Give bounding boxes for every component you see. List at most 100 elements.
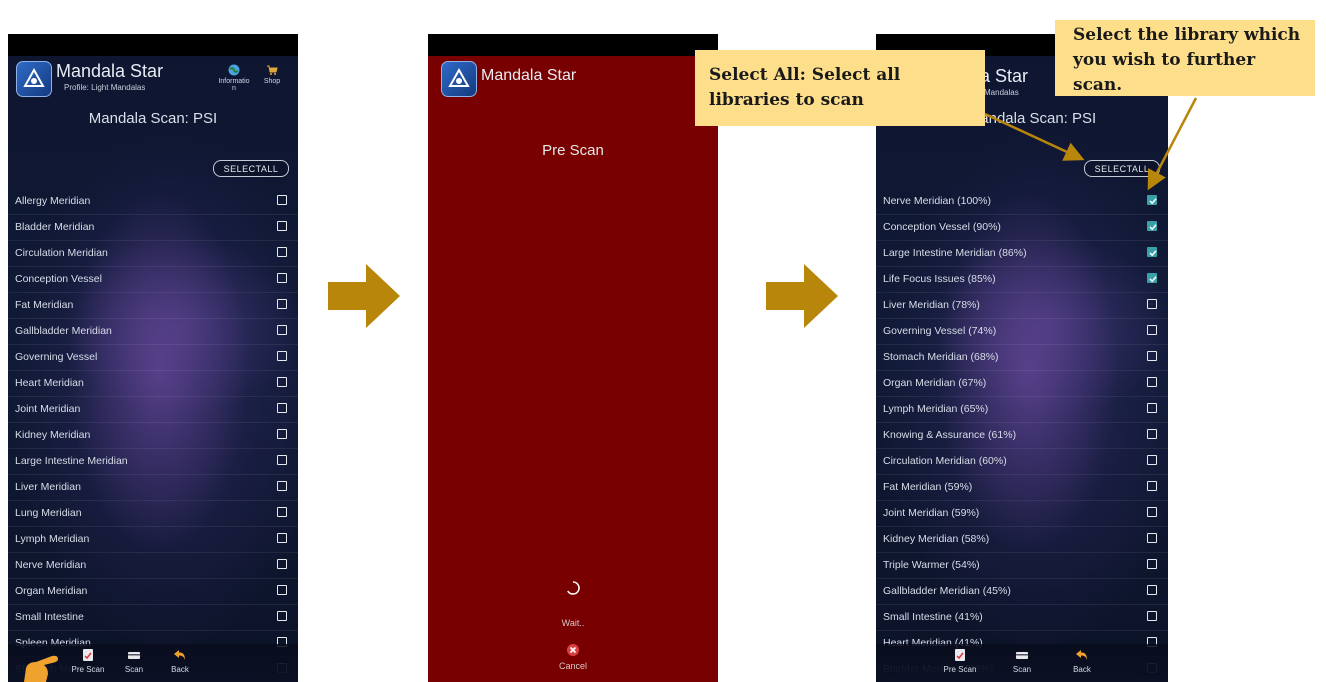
library-checkbox[interactable] xyxy=(1147,455,1157,465)
back-label: Back xyxy=(1073,665,1091,674)
phone-screen-1: Mandala Star Profile: Light Mandalas Inf… xyxy=(8,34,298,682)
list-item[interactable]: Gallbladder Meridian (45%) xyxy=(876,579,1168,605)
library-checkbox[interactable] xyxy=(1147,533,1157,543)
library-checkbox[interactable] xyxy=(277,507,287,517)
library-checkbox[interactable] xyxy=(277,247,287,257)
library-checkbox[interactable] xyxy=(1147,585,1157,595)
pre-scan-tab[interactable]: Pre Scan xyxy=(68,648,108,674)
profile-label: Mandalas xyxy=(984,88,1019,97)
pre-scan-tab[interactable]: Pre Scan xyxy=(940,648,980,674)
library-checkbox[interactable] xyxy=(1147,429,1157,439)
app-header: Mandala Star Profile: Light Mandalas Inf… xyxy=(8,56,298,104)
clipboard-check-icon xyxy=(83,649,93,661)
list-item[interactable]: Knowing & Assurance (61%) xyxy=(876,423,1168,449)
list-item[interactable]: Organ Meridian xyxy=(8,579,298,605)
list-item[interactable]: Lung Meridian xyxy=(8,501,298,527)
library-checkbox[interactable] xyxy=(277,481,287,491)
list-item[interactable]: Joint Meridian (59%) xyxy=(876,501,1168,527)
back-tab[interactable]: Back xyxy=(1062,648,1102,674)
list-item[interactable]: Small Intestine (41%) xyxy=(876,605,1168,631)
select-all-button[interactable]: SELECTALL xyxy=(213,160,289,177)
list-item[interactable]: Liver Meridian xyxy=(8,475,298,501)
list-item[interactable]: Conception Vessel (90%) xyxy=(876,215,1168,241)
list-item[interactable]: Liver Meridian (78%) xyxy=(876,293,1168,319)
checkmark-icon xyxy=(1149,250,1157,257)
library-checkbox[interactable] xyxy=(277,351,287,361)
information-button[interactable]: Informatio n xyxy=(216,64,252,92)
library-checkbox[interactable] xyxy=(277,221,287,231)
list-item[interactable]: Governing Vessel xyxy=(8,345,298,371)
list-item[interactable]: Fat Meridian xyxy=(8,293,298,319)
library-checkbox[interactable] xyxy=(1147,351,1157,361)
library-label: Heart Meridian xyxy=(15,377,84,389)
library-checkbox[interactable] xyxy=(277,377,287,387)
app-header: Mandala Star xyxy=(428,56,718,104)
library-result-label: Liver Meridian (78%) xyxy=(883,299,980,311)
list-item[interactable]: Bladder Meridian xyxy=(8,215,298,241)
scan-tab[interactable]: Scan xyxy=(1002,648,1042,674)
list-item[interactable]: Circulation Meridian (60%) xyxy=(876,449,1168,475)
list-item[interactable]: Allergy Meridian xyxy=(8,189,298,215)
list-item[interactable]: Kidney Meridian (58%) xyxy=(876,527,1168,553)
library-checkbox-checked[interactable] xyxy=(1147,273,1157,283)
list-item[interactable]: Large Intestine Meridian xyxy=(8,449,298,475)
library-checkbox[interactable] xyxy=(1147,507,1157,517)
library-checkbox[interactable] xyxy=(1147,403,1157,413)
library-checkbox[interactable] xyxy=(1147,325,1157,335)
library-result-label: Nerve Meridian (100%) xyxy=(883,195,991,207)
list-item[interactable]: Gallbladder Meridian xyxy=(8,319,298,345)
mandala-star-logo-icon xyxy=(441,61,477,97)
select-all-button[interactable]: SELECTALL xyxy=(1084,160,1160,177)
card-icon xyxy=(1016,652,1028,659)
list-item[interactable]: Organ Meridian (67%) xyxy=(876,371,1168,397)
library-checkbox[interactable] xyxy=(277,533,287,543)
library-checkbox[interactable] xyxy=(1147,481,1157,491)
shop-button[interactable]: Shop xyxy=(254,64,290,85)
library-checkbox[interactable] xyxy=(277,455,287,465)
list-item[interactable]: Fat Meridian (59%) xyxy=(876,475,1168,501)
library-checkbox[interactable] xyxy=(277,273,287,283)
pre-scan-label: Pre Scan xyxy=(943,665,977,674)
library-checkbox[interactable] xyxy=(277,559,287,569)
list-item[interactable]: Small Intestine xyxy=(8,605,298,631)
library-checkbox[interactable] xyxy=(277,299,287,309)
list-item[interactable]: Conception Vessel xyxy=(8,267,298,293)
list-item[interactable]: Heart Meridian xyxy=(8,371,298,397)
list-item[interactable]: Governing Vessel (74%) xyxy=(876,319,1168,345)
cancel-button[interactable]: Cancel xyxy=(553,644,593,674)
library-checkbox-checked[interactable] xyxy=(1147,221,1157,231)
list-item[interactable]: Circulation Meridian xyxy=(8,241,298,267)
library-checkbox[interactable] xyxy=(1147,559,1157,569)
list-item[interactable]: Stomach Meridian (68%) xyxy=(876,345,1168,371)
profile-label: Profile: Light Mandalas xyxy=(64,83,146,92)
library-label: Fat Meridian xyxy=(15,299,74,311)
list-item[interactable]: Lymph Meridian xyxy=(8,527,298,553)
back-tab[interactable]: Back xyxy=(160,648,200,674)
list-item[interactable]: Large Intestine Meridian (86%) xyxy=(876,241,1168,267)
list-item[interactable]: Lymph Meridian (65%) xyxy=(876,397,1168,423)
library-label: Governing Vessel xyxy=(15,351,98,363)
list-item[interactable]: Joint Meridian xyxy=(8,397,298,423)
scan-tab[interactable]: Scan xyxy=(114,648,154,674)
library-checkbox[interactable] xyxy=(277,403,287,413)
library-checkbox[interactable] xyxy=(277,611,287,621)
list-item[interactable]: Nerve Meridian (100%) xyxy=(876,189,1168,215)
library-checkbox[interactable] xyxy=(277,429,287,439)
cancel-x-icon xyxy=(567,644,579,656)
library-checkbox[interactable] xyxy=(1147,299,1157,309)
bottom-toolbar: Pre Scan Scan Back xyxy=(876,644,1168,682)
library-result-label: Stomach Meridian (68%) xyxy=(883,351,999,363)
library-checkbox-checked[interactable] xyxy=(1147,247,1157,257)
list-item[interactable]: Life Focus Issues (85%) xyxy=(876,267,1168,293)
library-checkbox[interactable] xyxy=(1147,611,1157,621)
library-checkbox[interactable] xyxy=(277,325,287,335)
library-checkbox[interactable] xyxy=(277,585,287,595)
cancel-label: Cancel xyxy=(558,661,587,671)
library-checkbox[interactable] xyxy=(1147,377,1157,387)
library-checkbox[interactable] xyxy=(277,195,287,205)
list-item[interactable]: Nerve Meridian xyxy=(8,553,298,579)
library-checkbox-checked[interactable] xyxy=(1147,195,1157,205)
list-item[interactable]: Kidney Meridian xyxy=(8,423,298,449)
list-item[interactable]: Triple Warmer (54%) xyxy=(876,553,1168,579)
pointing-hand-icon xyxy=(24,655,58,682)
